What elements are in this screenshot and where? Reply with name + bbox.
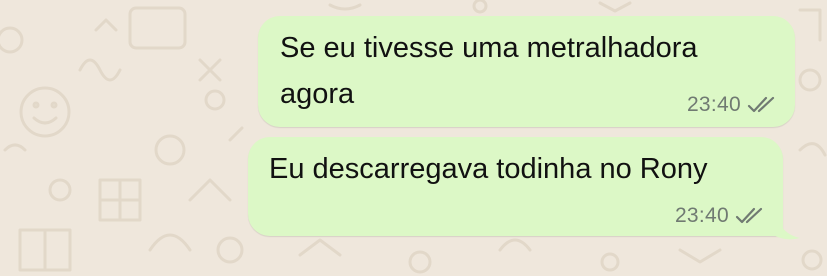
grid-doodle-icon xyxy=(98,178,142,222)
outgoing-message-bubble[interactable]: Eu descarregava todinha no Rony 23:40 xyxy=(248,137,783,236)
bubble-tail xyxy=(772,218,800,240)
chat-doodle-icon xyxy=(128,6,187,50)
message-text: Eu descarregava todinha no Rony xyxy=(269,153,708,185)
message-time: 23:40 xyxy=(674,204,729,227)
message-meta: 23:40 xyxy=(675,204,765,228)
message-meta: 23:40 xyxy=(687,93,777,117)
outgoing-message-bubble[interactable]: Se eu tivesse uma metralhadora agora 23:… xyxy=(258,16,795,127)
smiley-doodle-icon xyxy=(19,86,71,138)
message-time: 23:40 xyxy=(686,93,741,116)
double-check-icon xyxy=(747,96,775,113)
calculator-doodle-icon xyxy=(18,228,72,272)
double-check-icon xyxy=(735,207,763,224)
